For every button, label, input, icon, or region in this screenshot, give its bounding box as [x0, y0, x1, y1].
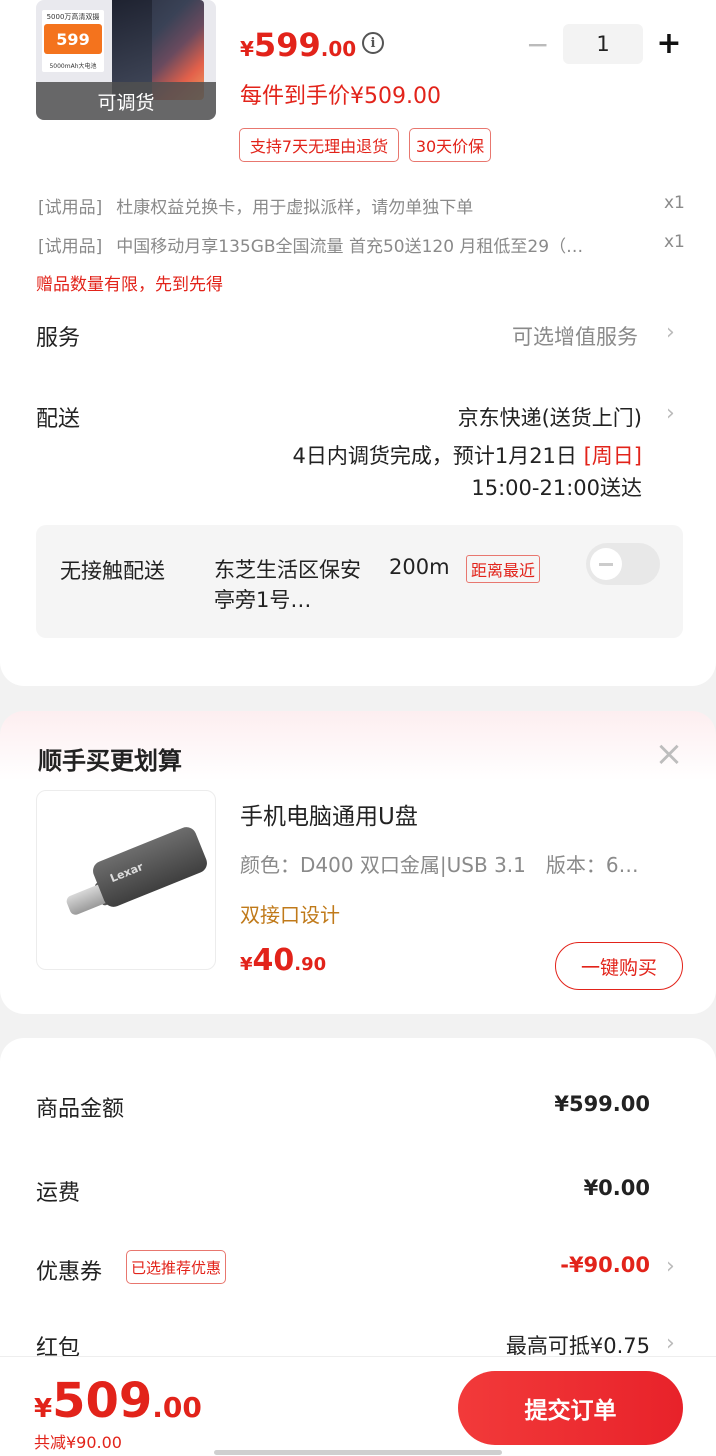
- contactless-label: 无接触配送: [60, 559, 165, 583]
- shipping-value: ¥0.00: [583, 1176, 650, 1200]
- chevron-right-icon[interactable]: ›: [666, 403, 680, 425]
- product-price: ¥599.00: [240, 26, 357, 64]
- product-promo-badge: 5000万高清双摄 599 5000mAh大电池: [42, 10, 104, 72]
- return-policy-tag[interactable]: 支持7天无理由退货: [239, 128, 399, 162]
- delivery-eta: 4日内调货完成，预计1月21日 [周日]: [292, 444, 642, 468]
- quantity-input[interactable]: 1: [563, 24, 643, 64]
- service-value[interactable]: 可选增值服务: [512, 321, 638, 351]
- service-label: 服务: [36, 326, 81, 351]
- recommend-card: 顺手买更划算 × Lexar 手机电脑通用U盘 颜色：D400 双口金属|USB…: [0, 711, 716, 1014]
- quantity-minus-button[interactable]: −: [526, 30, 549, 60]
- recommend-product-image[interactable]: Lexar: [36, 790, 216, 970]
- promo-top-text: 5000万高清双摄: [46, 13, 100, 21]
- chevron-right-icon[interactable]: ›: [666, 1333, 680, 1355]
- coupon-value[interactable]: -¥90.00: [560, 1253, 650, 1277]
- arrive-price: 每件到手价¥509.00: [240, 84, 441, 109]
- recommend-title: 顺手买更划算: [38, 747, 182, 775]
- shipping-label: 运费: [36, 1181, 81, 1206]
- delivery-day: [周日]: [583, 444, 642, 468]
- recommend-product-feature: 双接口设计: [240, 903, 340, 927]
- recommend-product-name[interactable]: 手机电脑通用U盘: [240, 797, 418, 831]
- contactless-delivery-panel: 无接触配送 东芝生活区保安亭旁1号… 200m 距离最近: [36, 525, 683, 638]
- gift-note: 赠品数量有限，先到先得: [36, 275, 223, 295]
- nearest-tag: 距离最近: [466, 555, 541, 583]
- coupon-label: 优惠券: [36, 1260, 103, 1285]
- toggle-knob: [590, 548, 622, 580]
- recommend-product-spec[interactable]: 颜色：D400 双口金属|USB 3.1 版本：6…: [240, 849, 700, 878]
- submit-order-button[interactable]: 提交订单: [458, 1371, 683, 1445]
- gift-item: [试用品] 杜康权益兑换卡，用于虚拟派样，请勿单独下单: [38, 198, 474, 218]
- delivery-label: 配送: [36, 407, 81, 432]
- promo-price: 599: [44, 24, 102, 54]
- info-icon[interactable]: i: [362, 32, 384, 54]
- price-protect-tag[interactable]: 30天价保: [409, 128, 491, 162]
- chevron-right-icon[interactable]: ›: [666, 322, 680, 344]
- transfer-stock-label: 可调货: [36, 82, 216, 120]
- gift-qty: x1: [664, 232, 685, 252]
- contactless-toggle[interactable]: [586, 543, 660, 585]
- contactless-distance: 200m: [389, 555, 450, 579]
- close-icon[interactable]: ×: [654, 737, 684, 771]
- goods-amount-value: ¥599.00: [554, 1092, 650, 1116]
- chevron-right-icon[interactable]: ›: [666, 1256, 680, 1278]
- order-product-card: 5000万高清双摄 599 5000mAh大电池 可调货 ¥599.00 i 每…: [0, 0, 716, 686]
- delivery-window: 15:00-21:00送达: [471, 476, 642, 500]
- contactless-location: 东芝生活区保安亭旁1号…: [214, 558, 361, 612]
- gift-item: [试用品] 中国移动月享135GB全国流量 首充50送120 月租低至29（…: [38, 237, 584, 257]
- promo-bottom-text: 5000mAh大电池: [49, 63, 97, 70]
- coupon-recommended-tag: 已选推荐优惠: [126, 1250, 227, 1284]
- total-price: ¥509.00: [34, 1373, 202, 1429]
- delivery-method[interactable]: 京东快递(送货上门): [458, 402, 642, 432]
- usb-body: Lexar: [90, 824, 210, 910]
- total-saved: 共减¥90.00: [34, 1433, 122, 1452]
- goods-amount-label: 商品金额: [36, 1097, 125, 1122]
- checkout-bar: ¥509.00 共减¥90.00 提交订单: [0, 1356, 716, 1456]
- product-thumbnail[interactable]: 5000万高清双摄 599 5000mAh大电池 可调货: [36, 0, 216, 120]
- home-indicator[interactable]: [214, 1450, 502, 1455]
- gift-qty: x1: [664, 193, 685, 213]
- quantity-plus-button[interactable]: +: [655, 26, 683, 62]
- one-click-buy-button[interactable]: 一键购买: [555, 942, 683, 990]
- recommend-product-price: ¥40.90: [240, 943, 327, 978]
